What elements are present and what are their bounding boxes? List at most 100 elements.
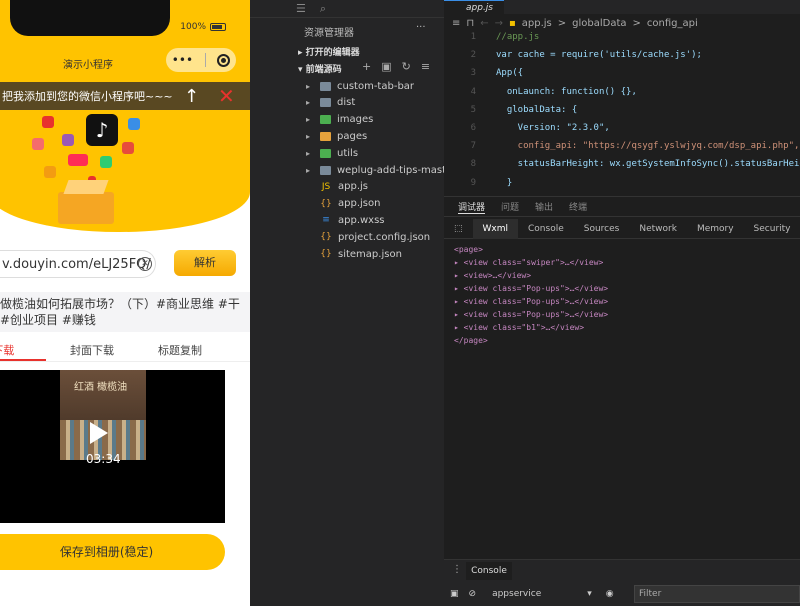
tab-video-download[interactable]: ]下载 (0, 342, 14, 358)
tab-wxml[interactable]: Wxml (472, 218, 519, 239)
eye-icon[interactable]: ◉ (606, 589, 614, 599)
tiktok-logo-icon: ♪ (86, 114, 118, 146)
menu-icon[interactable]: ≡ (452, 18, 460, 29)
tree-item-project-config-json[interactable]: {} project.config.json (306, 229, 430, 245)
tree-item-dist[interactable]: ▸ dist (306, 95, 355, 111)
code-line[interactable]: var cache = require('utils/cache.js'); (496, 50, 702, 60)
editor-tab-app-js[interactable]: app.js (444, 0, 504, 14)
new-file-icon[interactable]: + (362, 60, 371, 73)
chevron-right-icon: ▸ (306, 98, 311, 108)
tab-problems[interactable]: 问题 (501, 200, 519, 213)
drawer-menu-icon[interactable]: ⋮ (452, 564, 462, 575)
tab-network[interactable]: Network (629, 219, 687, 239)
tab-security[interactable]: Security (744, 219, 800, 239)
clear-icon[interactable]: ✕ (138, 257, 152, 271)
new-folder-icon[interactable]: ▣ (381, 60, 391, 73)
parse-button[interactable]: 解析 (174, 250, 236, 276)
tab-output[interactable]: 输出 (535, 200, 553, 213)
tree-item-images[interactable]: ▸ images (306, 112, 373, 128)
line-number: 7 (470, 141, 476, 152)
tab-debugger[interactable]: 调试器 (458, 200, 486, 214)
code-line[interactable]: //app.js (496, 32, 539, 42)
close-tip-icon[interactable]: ✕ (218, 84, 235, 108)
tree-item-custom-tab-bar[interactable]: ▸ custom-tab-bar (306, 78, 414, 94)
url-input[interactable]: v.douyin.com/eLJ25FQ/ ✕ (0, 250, 156, 278)
tab-console[interactable]: Console (518, 219, 574, 239)
tab-sources[interactable]: Sources (574, 219, 630, 239)
hero-illustration: ♪ (18, 108, 168, 228)
tab-cover-download[interactable]: 封面下载 (70, 342, 114, 358)
devtools-panel-tabs: ⬚ Wxml Console Sources Network Memory Se… (444, 218, 800, 239)
close-miniprogram-icon[interactable] (217, 53, 231, 67)
code-line[interactable]: } (496, 178, 512, 188)
chevron-down-icon[interactable]: ▾ (587, 589, 592, 599)
console-drawer-tab[interactable]: Console (466, 562, 512, 580)
editor-tabbar: app.js (444, 0, 800, 14)
nav-title: 演示小程序 (63, 60, 113, 71)
more-icon[interactable]: ••• (172, 53, 193, 67)
app-icon (44, 166, 56, 178)
wxml-node[interactable]: ▸ <view class="Pop-ups">…</view> (454, 282, 608, 295)
list-icon[interactable]: ☰ (296, 2, 306, 15)
play-icon[interactable] (90, 422, 108, 444)
breadcrumb-property[interactable]: config_api (647, 18, 698, 29)
code-line[interactable]: App({ (496, 68, 523, 78)
tree-item-weplug-add-tips-master[interactable]: ▸ weplug-add-tips-master (306, 162, 456, 178)
tab-title-copy[interactable]: 标题复制 (158, 342, 202, 358)
console-drawer: ⋮ Console ▣ ⊘ appservice ▾ ◉ Filter (444, 559, 800, 606)
menu-capsule[interactable]: ••• (166, 48, 236, 72)
code-line[interactable]: globalData: { (496, 105, 577, 115)
code-line[interactable]: onLaunch: function() {}, (496, 87, 637, 97)
refresh-icon[interactable]: ↻ (402, 60, 411, 73)
wxml-node[interactable]: ▸ <view class="b1">…</view> (454, 321, 608, 334)
explorer-more-icon[interactable]: ··· (416, 22, 426, 33)
devtools-window: 100% 演示小程序 ••• 把我添加到您的微信小程序吧~~~ ↑ ✕ ♪ v.… (0, 0, 800, 606)
project-section[interactable]: ▾ 前端源码 (298, 62, 342, 75)
forward-icon[interactable]: → (495, 18, 503, 29)
debug-panel: 调试器 问题 输出 终端 ⬚ Wxml Console Sources Netw… (444, 196, 800, 606)
wxml-tree: <page> ▸ <view class="swiper">…</view> ▸ <… (454, 243, 608, 347)
tree-item-app-json[interactable]: {} app.json (306, 196, 380, 212)
chevron-right-icon: ▸ (306, 115, 311, 125)
wxml-node[interactable]: </page> (454, 334, 608, 347)
breadcrumb-file[interactable]: app.js (522, 18, 552, 29)
video-title: 做榄油如何拓展市场？（下）#商业思维 #干 #创业项目 #赚钱 (0, 292, 250, 332)
back-icon[interactable]: ← (480, 18, 488, 29)
tree-item-utils[interactable]: ▸ utils (306, 145, 358, 161)
status-bar: 100% (180, 22, 226, 32)
filter-input[interactable]: Filter (634, 585, 800, 603)
tree-item-label: custom-tab-bar (337, 80, 415, 92)
app-icon (62, 134, 74, 146)
code-line[interactable]: statusBarHeight: wx.getSystemInfoSync().… (496, 159, 800, 169)
wxml-node[interactable]: ▸ <view class="Pop-ups">…</view> (454, 308, 608, 321)
wxml-node[interactable]: ▸ <view class="swiper">…</view> (454, 256, 608, 269)
tree-item-sitemap-json[interactable]: {} sitemap.json (306, 246, 402, 262)
tree-item-app-js[interactable]: JS app.js (306, 179, 368, 195)
video-player[interactable]: 红酒 橄榄油 03:34 (0, 370, 225, 523)
wxml-node[interactable]: <page> (454, 243, 608, 256)
search-icon[interactable]: ⌕ (320, 2, 326, 16)
clear-console-icon[interactable]: ⊘ (469, 589, 477, 599)
wxml-node[interactable]: ▸ <view>…</view> (454, 269, 608, 282)
tree-item-app-wxss[interactable]: ≡ app.wxss (306, 212, 384, 228)
tab-terminal[interactable]: 终端 (569, 200, 587, 213)
app-icon (32, 138, 44, 150)
context-select[interactable]: appservice (492, 589, 541, 599)
tab-memory[interactable]: Memory (687, 219, 744, 239)
url-input-value: v.douyin.com/eLJ25FQ/ (2, 256, 151, 272)
inspect-icon[interactable]: ⬚ (444, 219, 473, 239)
sidebar-toggle-icon[interactable]: ▣ (450, 589, 459, 599)
open-editors-section[interactable]: ▸ 打开的编辑器 (298, 45, 360, 58)
collapse-icon[interactable]: ≡ (421, 60, 430, 73)
video-thumbnail: 红酒 橄榄油 03:34 (60, 370, 146, 466)
folder-icon (320, 165, 331, 175)
code-line[interactable]: Version: "2.3.0", (496, 123, 610, 133)
wxml-node[interactable]: ▸ <view class="Pop-ups">…</view> (454, 295, 608, 308)
tree-item-pages[interactable]: ▸ pages (306, 128, 367, 144)
breadcrumb-object[interactable]: globalData (572, 18, 626, 29)
bookmark-icon[interactable]: ⊓ (466, 18, 474, 29)
code-line[interactable]: config_api: "https://qsygf.yslwjyq.com/d… (496, 141, 800, 151)
line-number: 1 (470, 32, 476, 42)
tree-item-label: app.json (338, 198, 381, 210)
save-to-album-button[interactable]: 保存到相册(稳定) (0, 534, 225, 570)
